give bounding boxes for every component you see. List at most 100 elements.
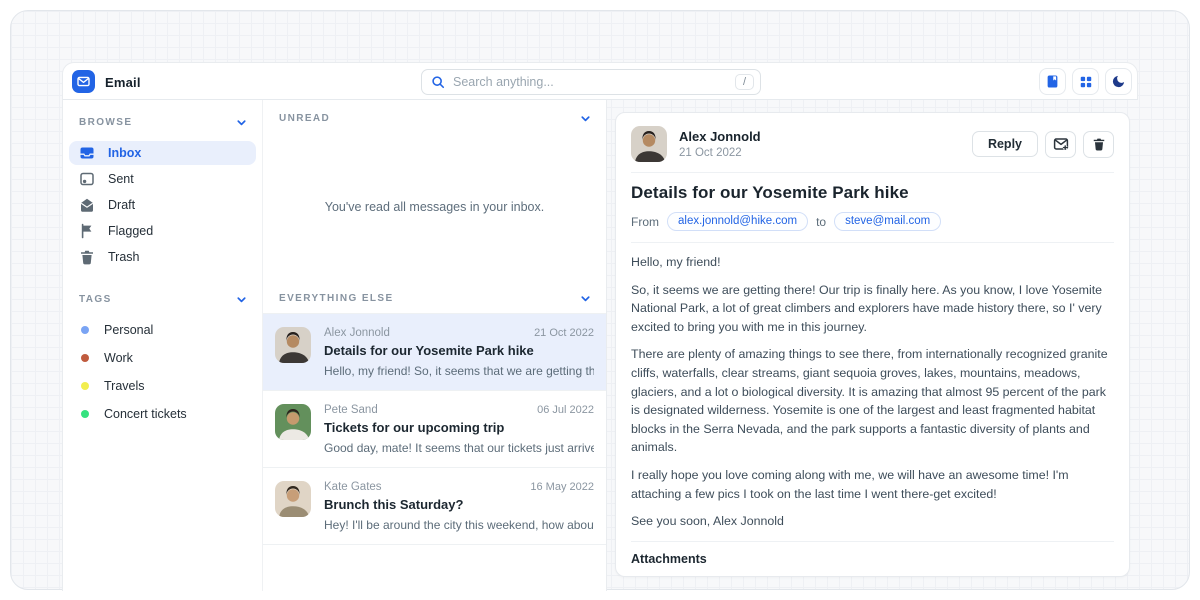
email-item-date: 16 May 2022: [530, 481, 594, 493]
attachment-image-2[interactable]: [698, 576, 753, 577]
email-item-sender: Alex Jonnold: [324, 327, 390, 339]
email-date: 21 Oct 2022: [679, 147, 761, 159]
sidebar-item-label: Flagged: [108, 224, 153, 238]
attachments-row: videos-hike.zip 100 MB: [631, 576, 1114, 577]
from-label: From: [631, 215, 659, 229]
tags-section-header[interactable]: TAGS: [63, 273, 262, 314]
tag-label: Concert tickets: [104, 407, 187, 421]
dark-mode-button[interactable]: [1105, 68, 1132, 95]
attachment-image-1[interactable]: [631, 576, 686, 577]
email-item-subject: Tickets for our upcoming trip: [324, 420, 594, 435]
tags-section-label: TAGS: [79, 294, 112, 305]
divider: [631, 541, 1114, 542]
trash-icon: [79, 249, 95, 265]
from-email-chip[interactable]: alex.jonnold@hike.com: [667, 212, 808, 231]
sidebar-item-flagged[interactable]: Flagged: [69, 219, 256, 243]
email-list-item[interactable]: Kate Gates 16 May 2022 Brunch this Saturda…: [263, 468, 606, 545]
app-logo: [72, 70, 95, 93]
sidebar-item-label: Inbox: [108, 146, 141, 160]
email-item-date: 06 Jul 2022: [537, 404, 594, 416]
sidebar-item-inbox[interactable]: Inbox: [69, 141, 256, 165]
unread-section-label: UNREAD: [279, 113, 330, 124]
attachment-file-card[interactable]: videos-hike.zip 100 MB: [765, 576, 911, 577]
email-detail-panel: Alex Jonnold 21 Oct 2022 Reply Details f…: [615, 112, 1130, 577]
apps-button[interactable]: [1072, 68, 1099, 95]
tag-color-dot: [81, 382, 89, 390]
email-list-item[interactable]: Alex Jonnold 21 Oct 2022 Details for our Y…: [263, 314, 606, 391]
search-shortcut-key: /: [735, 74, 754, 90]
sidebar-item-label: Trash: [108, 250, 140, 264]
tag-label: Work: [104, 351, 133, 365]
unread-section-header[interactable]: UNREAD: [263, 100, 606, 133]
sender-name: Alex Jonnold: [679, 129, 761, 144]
moon-icon: [1111, 74, 1126, 89]
tag-label: Personal: [104, 323, 153, 337]
inbox-icon: [79, 145, 95, 161]
forward-email-button[interactable]: [1045, 131, 1076, 158]
email-list: Alex Jonnold 21 Oct 2022 Details for our Y…: [263, 314, 606, 545]
email-item-preview: Good day, mate! It seems that our ticket…: [324, 441, 594, 455]
unread-empty-state: You've read all messages in your inbox.: [263, 133, 606, 280]
email-item-sender: Kate Gates: [324, 481, 382, 493]
browse-section-header[interactable]: BROWSE: [63, 106, 262, 137]
flag-icon: [79, 223, 95, 239]
tag-color-dot: [81, 354, 89, 362]
tags-list: Personal Work Travels Concert tickets: [63, 314, 262, 430]
tag-item-work[interactable]: Work: [69, 344, 256, 372]
email-body-paragraph: There are plenty of amazing things to se…: [631, 345, 1114, 457]
unread-empty-message: You've read all messages in your inbox.: [325, 200, 544, 214]
apps-grid-icon: [1079, 75, 1093, 89]
email-body-paragraph: See you soon, Alex Jonnold: [631, 512, 1114, 531]
search-bar[interactable]: /: [421, 69, 761, 95]
email-actions: Reply: [972, 131, 1114, 158]
search-input[interactable]: [453, 75, 727, 89]
sidebar-item-sent[interactable]: Sent: [69, 167, 256, 191]
chevron-down-icon[interactable]: [579, 292, 592, 305]
contact-avatar: [275, 404, 311, 440]
divider: [631, 242, 1114, 243]
sidebar-item-trash[interactable]: Trash: [69, 245, 256, 269]
header-bar: Email /: [62, 62, 1138, 100]
tag-label: Travels: [104, 379, 145, 393]
search-icon: [431, 75, 445, 89]
email-item-subject: Details for our Yosemite Park hike: [324, 343, 594, 358]
browse-section-label: BROWSE: [79, 117, 132, 128]
delete-email-button[interactable]: [1083, 131, 1114, 158]
chevron-down-icon[interactable]: [235, 293, 248, 306]
email-item-preview: Hello, my friend! So, it seems that we a…: [324, 364, 594, 378]
message-list-column: UNREAD You've read all messages in your …: [262, 100, 607, 591]
divider: [631, 172, 1114, 173]
tag-color-dot: [81, 410, 89, 418]
reply-button[interactable]: Reply: [972, 131, 1038, 157]
email-body-paragraph: Hello, my friend!: [631, 253, 1114, 272]
draft-icon: [79, 197, 95, 213]
sidebar-item-label: Sent: [108, 172, 134, 186]
to-email-chip[interactable]: steve@mail.com: [834, 212, 941, 231]
sender-avatar: [631, 126, 667, 162]
tag-item-travels[interactable]: Travels: [69, 372, 256, 400]
attachments-label: Attachments: [631, 552, 1114, 566]
header-actions: [1039, 68, 1132, 95]
everything-else-section-header[interactable]: EVERYTHING ELSE: [263, 280, 606, 314]
envelope-logo-icon: [76, 74, 91, 89]
email-item-date: 21 Oct 2022: [534, 327, 594, 339]
library-button[interactable]: [1039, 68, 1066, 95]
sidebar: BROWSE Inbox Sent Draft Flagged Trash TAGS P…: [62, 100, 262, 591]
tag-item-personal[interactable]: Personal: [69, 316, 256, 344]
sent-icon: [79, 171, 95, 187]
chevron-down-icon[interactable]: [235, 116, 248, 129]
envelope-plus-icon: [1053, 136, 1069, 152]
email-body-paragraph: I really hope you love coming along with…: [631, 466, 1114, 503]
to-label: to: [816, 215, 826, 229]
email-recipients-row: From alex.jonnold@hike.com to steve@mail…: [631, 212, 1114, 231]
email-body-paragraph: So, it seems we are getting there! Our t…: [631, 281, 1114, 337]
everything-else-label: EVERYTHING ELSE: [279, 293, 394, 304]
chevron-down-icon[interactable]: [579, 112, 592, 125]
email-list-item[interactable]: Pete Sand 06 Jul 2022 Tickets for our upco…: [263, 391, 606, 468]
sidebar-item-draft[interactable]: Draft: [69, 193, 256, 217]
tag-item-concert-tickets[interactable]: Concert tickets: [69, 400, 256, 428]
email-item-sender: Pete Sand: [324, 404, 378, 416]
trash-icon: [1092, 137, 1106, 151]
email-detail-header: Alex Jonnold 21 Oct 2022 Reply: [631, 126, 1114, 162]
email-item-subject: Brunch this Saturday?: [324, 497, 594, 512]
